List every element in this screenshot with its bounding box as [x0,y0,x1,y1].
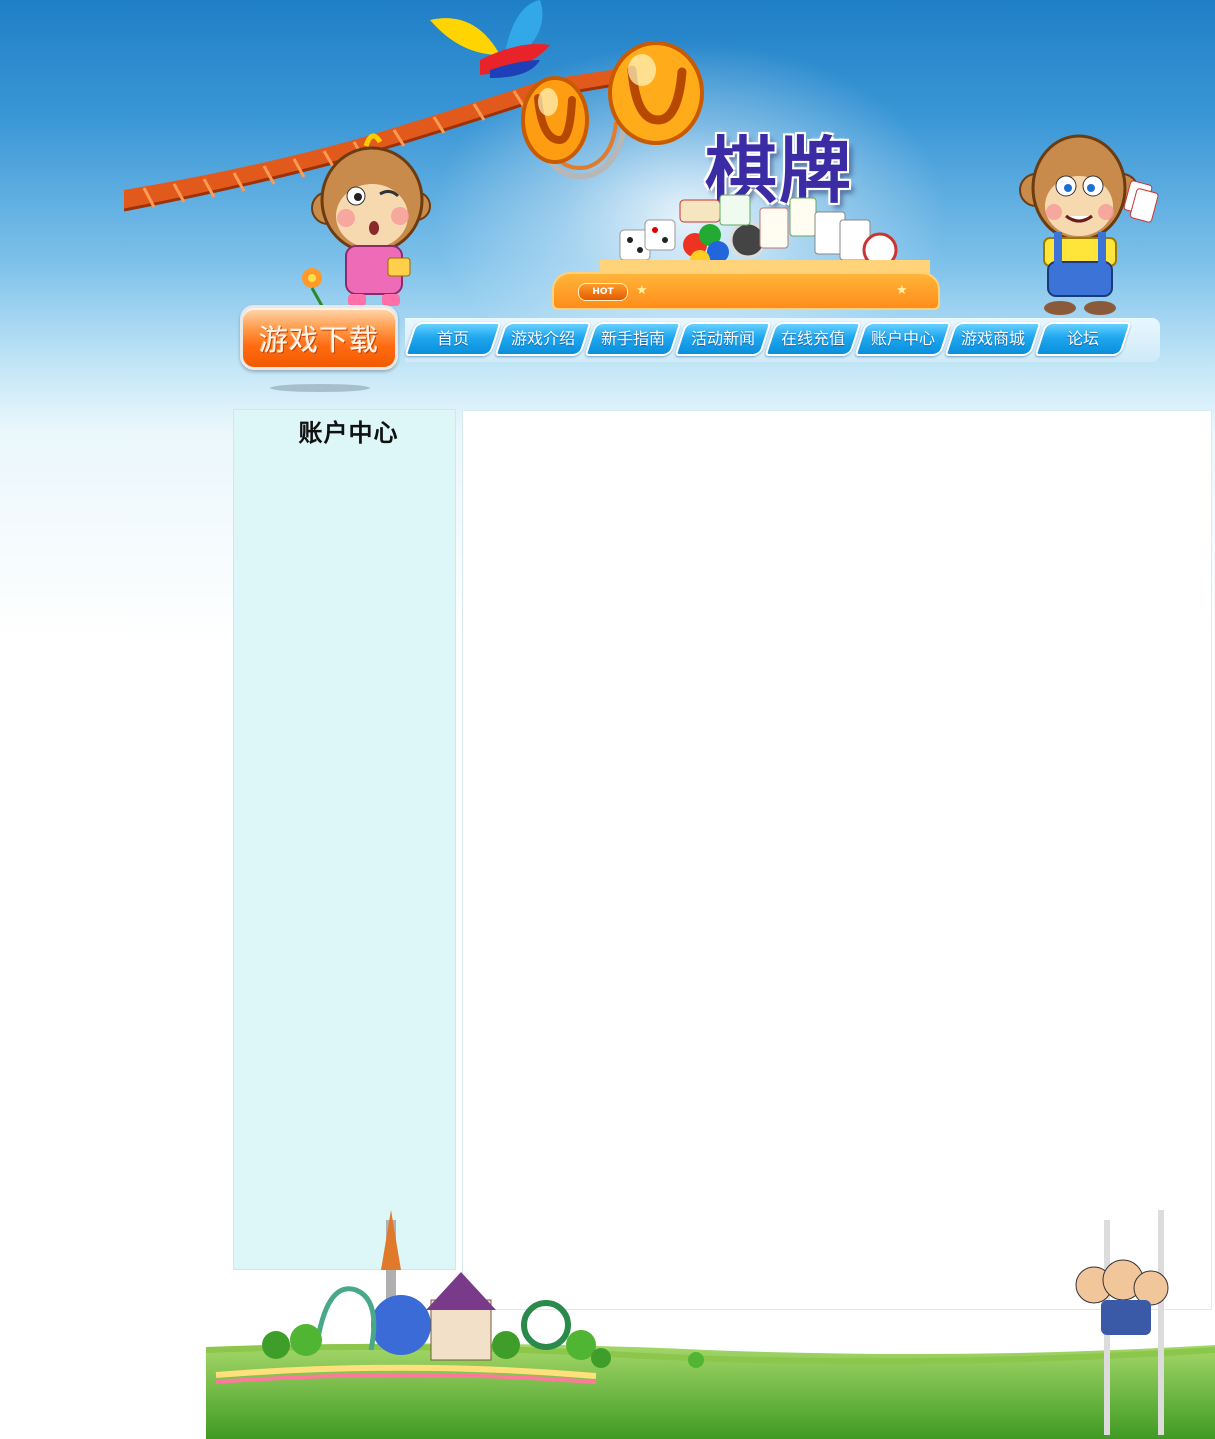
game-pieces-illustration [600,194,930,280]
nav-item-recharge[interactable]: 在线充值 [764,322,862,356]
nav-item-home[interactable]: 首页 [404,322,502,356]
nav-item-label: 账户中心 [870,329,935,348]
sidebar-title: 账户中心 [298,419,399,447]
footer-landscape [206,1210,1215,1439]
nav-item-label: 论坛 [1066,329,1099,348]
nav-item-event-news[interactable]: 活动新闻 [674,322,772,356]
nav-item-label: 游戏介绍 [510,329,575,348]
nav-item-label: 新手指南 [600,329,665,348]
nav-item-label: 游戏商城 [960,329,1025,348]
star-icon: ★ [636,283,648,298]
nav-item-account-center[interactable]: 账户中心 [854,322,952,356]
main-content-panel [462,410,1212,1310]
star-icon: ★ [896,283,908,298]
sidebar: 账户中心 [233,409,456,1270]
nav-item-forum[interactable]: 论坛 [1034,322,1132,356]
nav-item-label: 活动新闻 [690,329,755,348]
game-download-button[interactable]: 游戏下载 [240,305,398,370]
main-navigation: 游戏下载 首页 游戏介绍 新手指南 活动新闻 在线充值 账户中心 游戏商城 论坛 [240,300,1160,400]
site-header: 棋牌 HOT ★ ★ 游戏下载 首页 游戏介绍 新手指南 活动新闻 在线充值 账… [0,0,1215,400]
download-button-shadow [270,384,370,392]
nav-item-beginner-guide[interactable]: 新手指南 [584,322,682,356]
nav-item-game-mall[interactable]: 游戏商城 [944,322,1042,356]
boy-monkey-mascot [1019,134,1159,315]
nav-list: 首页 游戏介绍 新手指南 活动新闻 在线充值 账户中心 游戏商城 论坛 [404,322,1132,356]
nav-item-game-intro[interactable]: 游戏介绍 [494,322,592,356]
nav-item-label: 首页 [436,329,469,348]
hot-button[interactable]: HOT [578,283,628,301]
girl-monkey-mascot [302,133,431,313]
nav-item-label: 在线充值 [780,329,845,348]
